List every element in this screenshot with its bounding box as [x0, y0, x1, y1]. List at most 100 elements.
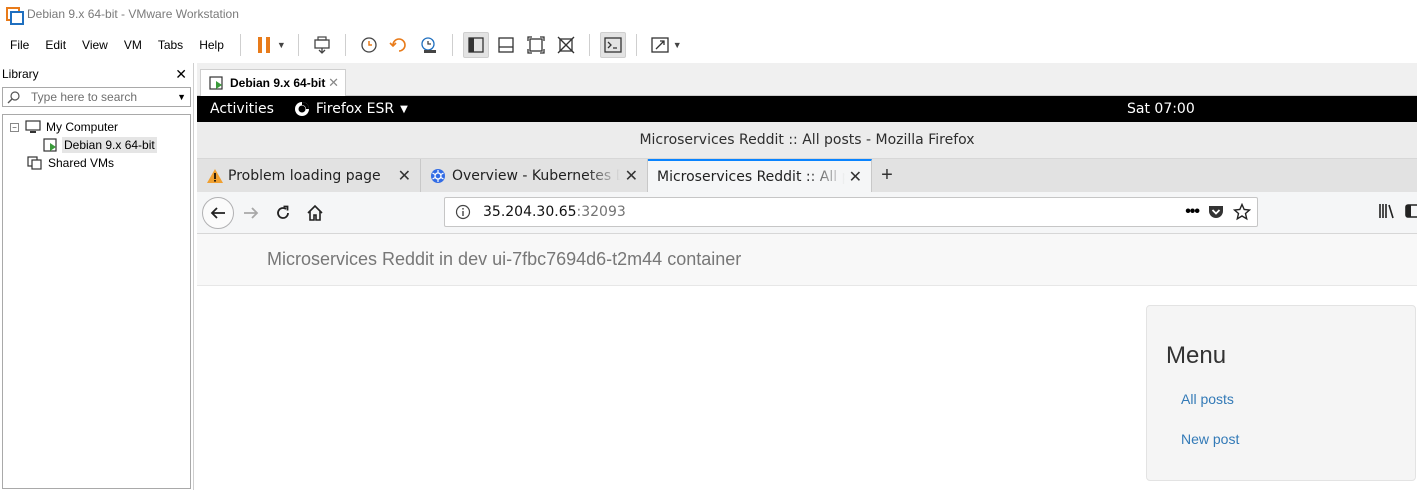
firefox-tab-strip: Problem loading page ✕ Overview - Kubern…: [197, 159, 1417, 192]
vm-tab-strip: Debian 9.x 64-bit ✕: [197, 63, 1417, 96]
url-bar-actions: •••: [1185, 203, 1251, 221]
close-icon[interactable]: ✕: [328, 75, 339, 91]
link-all-posts[interactable]: All posts: [1181, 391, 1396, 407]
plus-icon: +: [881, 164, 893, 186]
vm-tab-label: Debian 9.x 64-bit: [230, 76, 326, 90]
url-host: 35.204.30.65: [483, 204, 577, 220]
activities-button[interactable]: Activities: [210, 101, 274, 117]
tab-problem-loading[interactable]: Problem loading page ✕: [197, 159, 421, 192]
library-search-input[interactable]: Type here to search ▼: [2, 87, 191, 107]
back-button[interactable]: [202, 196, 234, 229]
chevron-down-icon: ▼: [400, 103, 408, 115]
snapshot-icon[interactable]: [356, 32, 382, 58]
tab-kubernetes-overview[interactable]: Overview - Kubernetes Da ✕: [421, 159, 648, 192]
search-placeholder: Type here to search: [31, 90, 138, 104]
menu-help[interactable]: Help: [191, 38, 232, 52]
window-title: Debian 9.x 64-bit - VMware Workstation: [27, 7, 239, 21]
full-screen-icon[interactable]: [523, 32, 549, 58]
tree-item-my-computer[interactable]: − My Computer: [3, 118, 190, 136]
page-header: Microservices Reddit in dev ui-7fbc7694d…: [197, 234, 1417, 286]
url-bar[interactable]: 35.204.30.65:32093 •••: [444, 197, 1258, 227]
library-tree: − My Computer Debian 9.x 64-bit Shared V…: [2, 114, 191, 489]
app-menu[interactable]: Firefox ESR ▼: [294, 101, 408, 117]
toolbar-separator: [451, 34, 453, 56]
arrow-left-icon: [210, 206, 225, 219]
vmware-titlebar: Debian 9.x 64-bit - VMware Workstation: [0, 0, 1417, 28]
console-view-icon[interactable]: [599, 32, 626, 58]
clock[interactable]: Sat 07:00: [1127, 101, 1195, 117]
toolbar-separator: [344, 34, 346, 56]
tree-item-vm[interactable]: Debian 9.x 64-bit: [3, 136, 190, 154]
library-panel: Library ✕ Type here to search ▼ − My Com…: [0, 63, 194, 490]
pocket-icon[interactable]: [1207, 204, 1225, 220]
gnome-top-bar: Activities Firefox ESR ▼ Sat 07:00: [197, 96, 1417, 122]
vm-tab[interactable]: Debian 9.x 64-bit ✕: [200, 69, 346, 96]
library-title: Library: [2, 67, 39, 81]
tree-item-shared-vms[interactable]: Shared VMs: [3, 154, 190, 172]
tab-title: Microservices Reddit :: All po: [657, 168, 845, 185]
link-new-post[interactable]: New post: [1181, 431, 1396, 447]
home-icon: [307, 204, 323, 221]
app-menu-label: Firefox ESR: [315, 101, 395, 117]
arrow-right-icon: [244, 206, 259, 219]
menu-edit[interactable]: Edit: [37, 38, 74, 52]
vmware-app-icon: [6, 6, 24, 25]
page-actions-icon[interactable]: •••: [1185, 203, 1200, 221]
url-text: 35.204.30.65:32093: [483, 204, 626, 220]
forward-button[interactable]: [236, 198, 266, 228]
page-header-text[interactable]: Microservices Reddit in dev ui-7fbc7694d…: [267, 249, 741, 270]
collapse-icon[interactable]: −: [10, 122, 19, 132]
menu-panel: Menu All posts New post: [1146, 305, 1416, 481]
revert-snapshot-icon[interactable]: [386, 32, 412, 58]
chevron-down-icon[interactable]: ▼: [177, 92, 186, 102]
menu-title: Menu: [1166, 342, 1227, 369]
search-icon: [7, 91, 20, 104]
close-icon[interactable]: ✕: [398, 166, 411, 185]
snapshot-manager-icon[interactable]: [416, 32, 442, 58]
unity-mode-icon[interactable]: [553, 32, 579, 58]
menu-vm[interactable]: VM: [116, 38, 150, 52]
firefox-icon: [294, 102, 309, 116]
vm-running-icon: [209, 76, 223, 90]
web-page: Microservices Reddit in dev ui-7fbc7694d…: [197, 234, 1417, 490]
menu-view[interactable]: View: [74, 38, 116, 52]
pause-dropdown-icon[interactable]: ▼: [277, 40, 286, 50]
library-icon[interactable]: [1377, 202, 1397, 220]
shared-vms-icon: [27, 156, 42, 170]
tab-microservices-reddit[interactable]: Microservices Reddit :: All po ✕: [648, 159, 872, 192]
tree-label: My Computer: [46, 120, 119, 134]
vmware-menubar: File Edit View VM Tabs Help ▼ ▼: [0, 28, 1417, 62]
sidebar-icon[interactable]: [1405, 202, 1417, 220]
stretch-guest-icon[interactable]: [647, 32, 673, 58]
firefox-navbar: 35.204.30.65:32093 •••: [197, 192, 1417, 234]
info-icon[interactable]: [455, 204, 471, 220]
close-icon[interactable]: ✕: [175, 66, 187, 83]
new-tab-button[interactable]: +: [872, 159, 902, 192]
send-ctrl-alt-del-icon[interactable]: [309, 32, 335, 58]
close-icon[interactable]: ✕: [625, 166, 638, 185]
pause-icon[interactable]: [251, 32, 277, 58]
computer-icon: [25, 120, 41, 133]
home-button[interactable]: [300, 198, 330, 228]
toolbar-separator: [635, 34, 637, 56]
kubernetes-icon: [431, 168, 445, 183]
menu-tabs[interactable]: Tabs: [150, 38, 191, 52]
stretch-dropdown-icon[interactable]: ▼: [673, 40, 682, 50]
bookmark-star-icon[interactable]: [1233, 203, 1251, 221]
toolbar-separator: [239, 34, 241, 56]
toolbar-separator: [588, 34, 590, 56]
tree-label: Shared VMs: [48, 156, 115, 170]
toolbar-separator: [297, 34, 299, 56]
library-header: Library ✕: [0, 63, 193, 85]
menu-file[interactable]: File: [0, 38, 37, 52]
show-library-icon[interactable]: [462, 32, 489, 58]
toolbar-right: [1377, 202, 1417, 220]
reload-button[interactable]: [268, 198, 298, 228]
guest-display[interactable]: Activities Firefox ESR ▼ Sat 07:00 Micro…: [197, 96, 1417, 490]
firefox-window-title: Microservices Reddit :: All posts - Mozi…: [197, 122, 1417, 159]
tab-title: Problem loading page: [228, 167, 381, 184]
tab-title: Overview - Kubernetes Da: [452, 167, 620, 184]
show-thumbnail-icon[interactable]: [493, 32, 519, 58]
vm-running-icon: [43, 138, 57, 152]
close-icon[interactable]: ✕: [849, 167, 862, 186]
